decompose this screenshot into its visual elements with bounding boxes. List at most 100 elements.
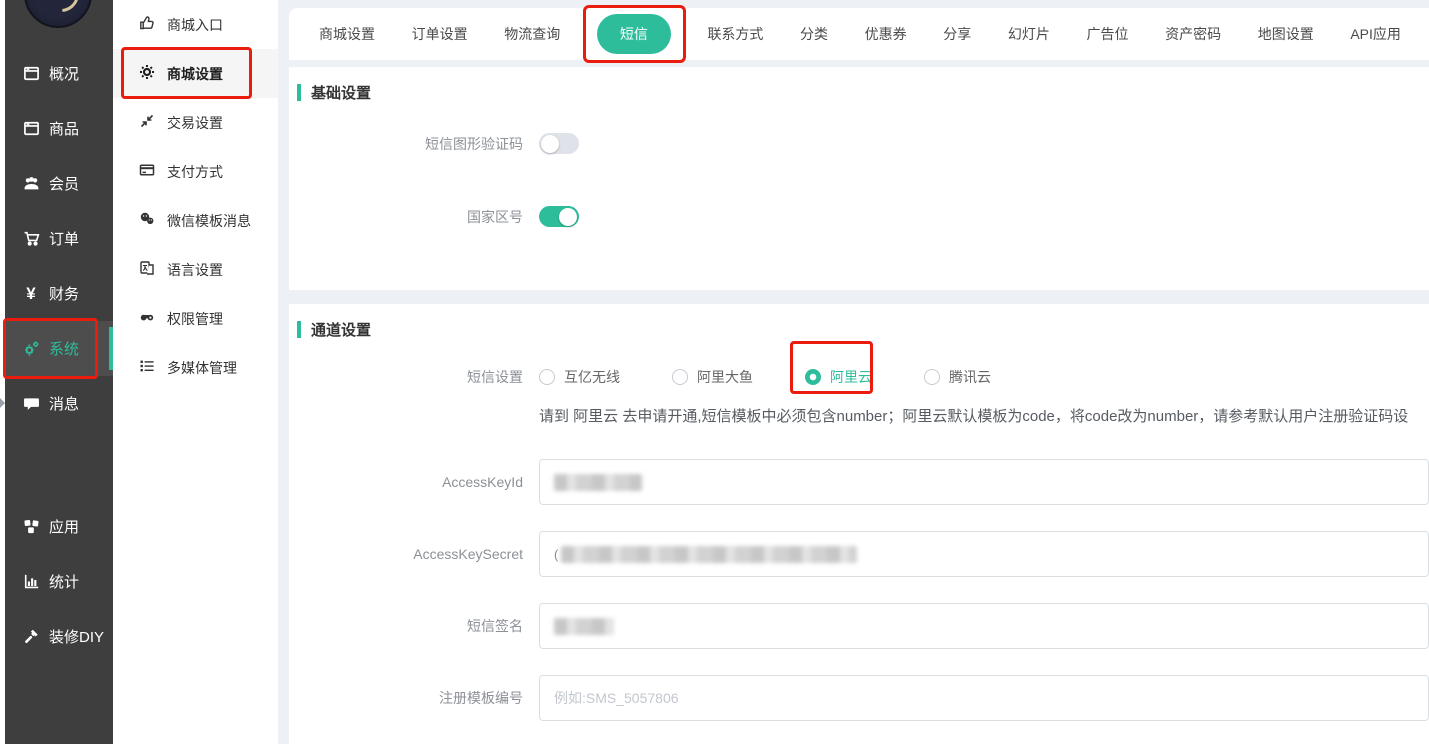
submenu-item-label: 商城设置 — [167, 64, 223, 84]
section-accent-bar — [297, 321, 301, 338]
sidebar-item-label: 概况 — [49, 63, 79, 84]
stats-icon — [22, 573, 40, 591]
basic-settings-title: 基础设置 — [289, 67, 1429, 103]
submenu-item-payment[interactable]: 支付方式 — [113, 147, 278, 196]
sidebar-item-label: 应用 — [49, 516, 79, 537]
sidebar-item-label: 消息 — [49, 393, 79, 414]
accesskeyid-label: AccessKeyId — [289, 474, 523, 490]
sidebar-item-label: 统计 — [49, 571, 79, 592]
basic-settings-panel: 基础设置 短信图形验证码 国家区号 — [289, 67, 1429, 290]
tab-contact[interactable]: 联系方式 — [707, 24, 763, 44]
sidebar-item-label: 会员 — [49, 173, 79, 194]
redacted-value — [554, 618, 614, 635]
brand-logo — [24, 0, 92, 28]
sms-provider-label: 短信设置 — [289, 367, 523, 387]
tab-order-settings[interactable]: 订单设置 — [412, 24, 468, 44]
goods-icon — [22, 120, 40, 138]
section-accent-bar — [297, 84, 301, 101]
list-icon — [139, 358, 155, 377]
tab-mall-settings[interactable]: 商城设置 — [319, 24, 375, 44]
gear-icon — [139, 64, 155, 83]
sidebar-item-goods[interactable]: 商品 — [5, 101, 113, 156]
radio-label: 互亿无线 — [564, 367, 620, 387]
trade-arrows-icon — [139, 113, 155, 132]
redacted-value — [554, 474, 642, 491]
sms-provider-radio-group: 互亿无线 阿里大鱼 阿里云 腾讯云 — [539, 367, 991, 387]
channel-settings-title: 通道设置 — [289, 304, 1429, 340]
tab-ad-slot[interactable]: 广告位 — [1086, 24, 1128, 44]
sidebar-item-stats[interactable]: 统计 — [5, 554, 113, 609]
sidebar-item-diy[interactable]: 装修DIY — [5, 609, 113, 664]
tab-logistics-query[interactable]: 物流查询 — [504, 24, 560, 44]
thumb-up-icon — [139, 15, 155, 34]
section-title-text: 通道设置 — [311, 319, 371, 340]
radio-aliyun[interactable]: 阿里云 — [805, 367, 872, 387]
tab-asset-password[interactable]: 资产密码 — [1165, 24, 1221, 44]
submenu-item-mall-settings[interactable]: 商城设置 — [113, 49, 278, 98]
radio-icon — [539, 369, 555, 385]
accesskeysecret-row: AccessKeySecret ( — [289, 531, 1429, 577]
accesskeysecret-input[interactable]: ( — [539, 531, 1429, 577]
sms-provider-row: 短信设置 互亿无线 阿里大鱼 阿里云 — [289, 367, 1429, 387]
country-code-label: 国家区号 — [289, 207, 523, 227]
sidebar-item-apps[interactable]: 应用 — [5, 499, 113, 554]
finance-icon: ¥ — [22, 285, 40, 303]
radio-huyi-wireless[interactable]: 互亿无线 — [539, 367, 620, 387]
sidebar-item-members[interactable]: 会员 — [5, 156, 113, 211]
placeholder-text: 例如:SMS_5057806 — [554, 688, 679, 708]
accesskeyid-input[interactable] — [539, 459, 1429, 505]
message-icon — [22, 395, 40, 413]
sms-captcha-toggle[interactable] — [539, 133, 579, 154]
register-template-input[interactable]: 例如:SMS_5057806 — [539, 675, 1429, 721]
tab-map-settings[interactable]: 地图设置 — [1258, 24, 1314, 44]
submenu-item-trade-settings[interactable]: 交易设置 — [113, 98, 278, 147]
accesskeysecret-label: AccessKeySecret — [289, 546, 523, 562]
settings-tabbar: 商城设置 订单设置 物流查询 短信 联系方式 分类 优惠券 分享 幻灯片 广告位… — [289, 8, 1429, 60]
sms-captcha-row: 短信图形验证码 — [289, 133, 1429, 154]
secret-prefix-char: ( — [554, 547, 558, 562]
panel-gap — [289, 290, 1429, 304]
sidebar-item-finance[interactable]: ¥ 财务 — [5, 266, 113, 321]
radio-label: 腾讯云 — [949, 367, 991, 387]
sidebar-item-label: 装修DIY — [49, 626, 104, 647]
sidebar-item-messages[interactable]: 消息 — [5, 376, 113, 431]
submenu-item-mall-entrance[interactable]: 商城入口 — [113, 0, 278, 49]
submenu-item-language[interactable]: 语言设置 — [113, 245, 278, 294]
tab-api-app[interactable]: API应用 — [1350, 24, 1401, 44]
country-code-row: 国家区号 — [289, 206, 1429, 227]
section-title-text: 基础设置 — [311, 82, 371, 103]
tab-sms[interactable]: 短信 — [597, 14, 671, 54]
sidebar-item-label: 订单 — [49, 228, 79, 249]
sms-sign-input[interactable] — [539, 603, 1429, 649]
aliyun-help-text: 请到 阿里云 去申请开通,短信模板中必须包含number；阿里云默认模板为cod… — [539, 405, 1429, 426]
tab-category[interactable]: 分类 — [800, 24, 828, 44]
tab-coupon[interactable]: 优惠券 — [865, 24, 907, 44]
sidebar-item-overview[interactable]: 概况 — [5, 46, 113, 101]
submenu-item-label: 商城入口 — [167, 15, 223, 35]
sidebar-item-label: 商品 — [49, 118, 79, 139]
country-code-toggle[interactable] — [539, 206, 579, 227]
orders-icon — [22, 230, 40, 248]
sidebar-item-system[interactable]: 系统 — [5, 321, 113, 376]
tab-slideshow[interactable]: 幻灯片 — [1008, 24, 1050, 44]
language-icon — [139, 260, 155, 279]
submenu-item-media[interactable]: 多媒体管理 — [113, 343, 278, 392]
members-icon — [22, 175, 40, 193]
submenu-item-label: 微信模板消息 — [167, 211, 251, 231]
radio-ali-dayu[interactable]: 阿里大鱼 — [672, 367, 753, 387]
register-template-row: 注册模板编号 例如:SMS_5057806 — [289, 675, 1429, 721]
apps-icon — [22, 518, 40, 536]
hammer-icon — [22, 628, 40, 646]
permission-icon — [139, 309, 155, 328]
register-template-label: 注册模板编号 — [289, 688, 523, 708]
sidebar-item-orders[interactable]: 订单 — [5, 211, 113, 266]
sidebar-item-label: 系统 — [49, 338, 79, 359]
submenu-item-label: 多媒体管理 — [167, 358, 237, 378]
radio-tencent-cloud[interactable]: 腾讯云 — [924, 367, 991, 387]
submenu-item-permission[interactable]: 权限管理 — [113, 294, 278, 343]
submenu-item-wechat-template[interactable]: 微信模板消息 — [113, 196, 278, 245]
settings-submenu: 商城入口 商城设置 交易设置 支付方式 微信模板消息 — [113, 0, 278, 744]
radio-label: 阿里云 — [830, 367, 872, 387]
tab-share[interactable]: 分享 — [943, 24, 971, 44]
main-content: 商城设置 订单设置 物流查询 短信 联系方式 分类 优惠券 分享 幻灯片 广告位… — [278, 0, 1429, 744]
